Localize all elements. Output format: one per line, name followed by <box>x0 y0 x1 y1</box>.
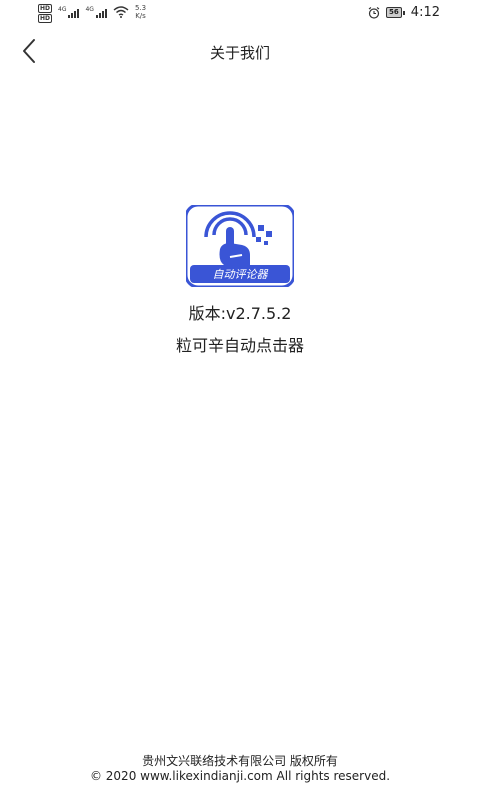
company-name: 贵州文兴联络技术有限公司 版权所有 <box>142 754 338 768</box>
signal-icon: 4G <box>85 6 107 18</box>
hd-icon: HD <box>38 4 53 13</box>
page-title: 关于我们 <box>209 44 270 62</box>
app-logo: 自动评论器 <box>186 205 294 287</box>
copyright-text: © 2020 www.likexindianji.com All rights … <box>89 769 391 783</box>
status-bar-left: HD HD 4G 4G 5.3 K/s <box>38 4 146 23</box>
hd-icon: HD <box>38 14 53 23</box>
clock-time: 4:12 <box>410 5 440 20</box>
status-bar-right: 56 4:12 <box>368 5 440 20</box>
app-name: 粒可辛自动点击器 <box>175 336 304 355</box>
network-speed: 5.3 K/s <box>134 4 147 20</box>
app-header: 关于我们 <box>0 28 480 74</box>
signal-icon: 4G <box>58 6 80 18</box>
version-text: 版本:v2.7.5.2 <box>188 304 292 323</box>
status-bar: HD HD 4G 4G 5.3 K/s 56 4:12 <box>0 0 480 28</box>
wifi-icon <box>113 6 129 18</box>
battery-icon: 56 <box>386 7 405 18</box>
hd-indicators: HD HD <box>38 4 53 23</box>
alarm-icon <box>368 6 380 19</box>
battery-level: 56 <box>386 7 402 18</box>
logo-banner-text: 自动评论器 <box>213 268 269 281</box>
